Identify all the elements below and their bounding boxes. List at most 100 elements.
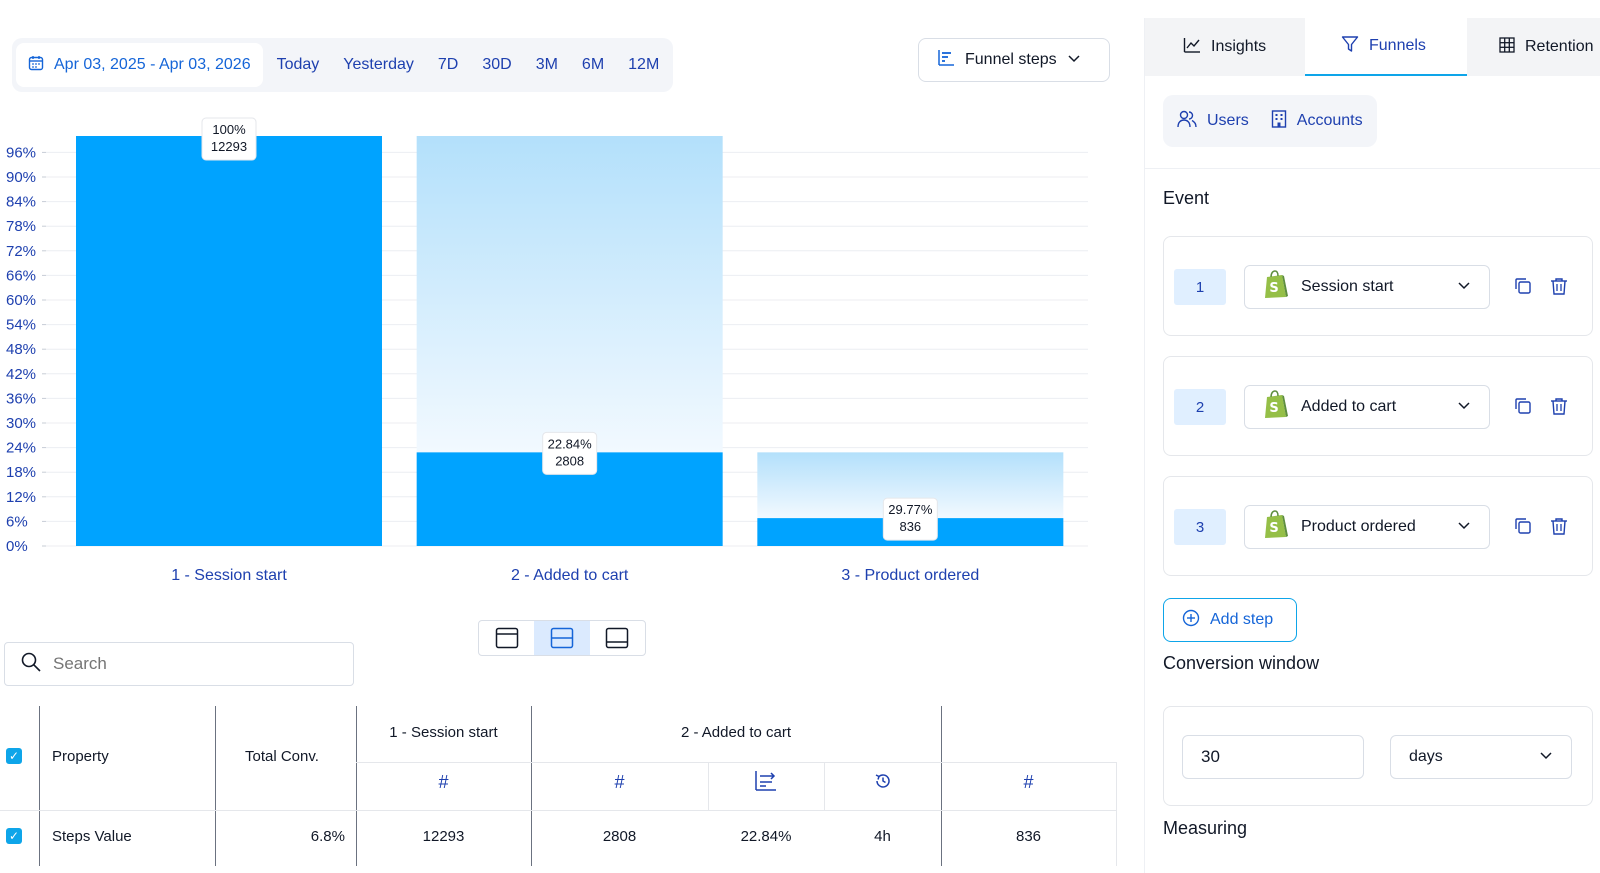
y-tick-label: 90%: [6, 169, 36, 186]
conversion-window-value-input[interactable]: 30: [1182, 735, 1364, 779]
trash-icon[interactable]: [1550, 397, 1568, 420]
funnel-icon: [1341, 35, 1359, 58]
table-search: [4, 642, 354, 686]
y-tick-label: 24%: [6, 440, 36, 457]
duplicate-icon[interactable]: [1514, 277, 1532, 300]
layout-chart-only-button[interactable]: [479, 621, 534, 655]
event-step-3: 3 S Product ordered: [1163, 476, 1593, 576]
funnel-steps-dropdown[interactable]: Funnel steps: [918, 38, 1110, 82]
tab-accounts[interactable]: Accounts: [1271, 109, 1363, 133]
funnel-steps-label: Funnel steps: [965, 51, 1057, 68]
dropoff-area: [416, 136, 723, 453]
duplicate-icon[interactable]: [1514, 517, 1532, 540]
grid-icon: [1499, 36, 1515, 58]
event-step-2: 2 S Added to cart: [1163, 356, 1593, 456]
conversion-window-title: Conversion window: [1163, 653, 1320, 673]
x-category-label: 3 - Product ordered: [841, 567, 979, 584]
event-section-title: Event: [1163, 188, 1210, 208]
chevron-down-icon: [1539, 748, 1553, 767]
chevron-down-icon: [1457, 278, 1471, 297]
date-range-picker[interactable]: Apr 03, 2025 - Apr 03, 2026: [16, 43, 263, 87]
funnel-chart-panel: Apr 03, 2025 - Apr 03, 2026 Today Yester…: [0, 0, 1128, 873]
row-step3-count: 836: [1015, 828, 1042, 845]
row-step2-time: 4h: [874, 828, 891, 845]
range-today[interactable]: Today: [267, 43, 330, 87]
line-chart-icon: [1183, 37, 1201, 58]
event-select[interactable]: S Session start: [1244, 265, 1490, 309]
y-tick-label: 6%: [6, 513, 28, 530]
y-tick-label: 60%: [6, 292, 36, 309]
tab-insights[interactable]: Insights: [1145, 18, 1305, 76]
event-step-1: 1 S Session start: [1163, 236, 1593, 336]
data-label-percent: 29.77%: [888, 502, 933, 517]
date-filter-bar: Apr 03, 2025 - Apr 03, 2026 Today Yester…: [12, 38, 674, 92]
event-select-label: Added to cart: [1301, 398, 1397, 415]
conversion-window-card: 30 days: [1163, 706, 1593, 806]
tab-retention[interactable]: Retention: [1467, 18, 1600, 76]
layout-table-only-button[interactable]: [590, 621, 645, 655]
row-total-conv: 6.8%: [310, 828, 345, 845]
tab-funnels[interactable]: Funnels: [1305, 18, 1467, 76]
header-step1: 1 - Session start: [389, 724, 498, 741]
range-7d[interactable]: 7D: [428, 43, 468, 87]
step-number: 2: [1174, 389, 1226, 425]
row-step2-count: 2808: [602, 828, 637, 845]
conversion-window-unit-label: days: [1409, 748, 1443, 765]
calendar-icon: [28, 55, 44, 76]
range-3m[interactable]: 3M: [526, 43, 568, 87]
row-step2-conversion: 22.84%: [740, 828, 792, 845]
row-label: Steps Value: [52, 828, 132, 845]
range-6m[interactable]: 6M: [572, 43, 614, 87]
step2-count-header: #: [614, 772, 625, 792]
y-tick-label: 54%: [6, 317, 36, 334]
tab-users[interactable]: Users: [1177, 110, 1249, 133]
tab-users-label: Users: [1207, 112, 1249, 129]
range-12m[interactable]: 12M: [618, 43, 669, 87]
y-tick-label: 72%: [6, 243, 36, 260]
header-total-conv: Total Conv.: [245, 748, 319, 765]
svg-text:S: S: [1269, 521, 1278, 536]
conversion-rate-icon: [708, 770, 824, 792]
layout-split-button[interactable]: [534, 621, 590, 655]
chevron-down-icon: [1457, 518, 1471, 537]
data-label-percent: 100%: [212, 122, 246, 137]
row-step1-count: 12293: [422, 828, 465, 845]
row-checkbox[interactable]: ✓: [6, 828, 22, 844]
event-select-label: Product ordered: [1301, 518, 1416, 535]
conversion-window-unit-select[interactable]: days: [1390, 735, 1572, 779]
table-divider: [39, 706, 40, 866]
users-icon: [1177, 110, 1197, 133]
view-layout-toggle: [478, 620, 646, 656]
funnel-table: ✓ Property Total Conv. 1 - Session start…: [0, 706, 1120, 873]
duplicate-icon[interactable]: [1514, 397, 1532, 420]
tab-funnels-label: Funnels: [1369, 37, 1426, 54]
data-label-count: 836: [899, 519, 921, 534]
tab-accounts-label: Accounts: [1296, 112, 1363, 129]
y-tick-label: 96%: [6, 144, 36, 161]
shopify-icon: S: [1263, 509, 1289, 545]
data-label-count: 2808: [555, 453, 584, 468]
analysis-tabs: Insights Funnels Retention: [1145, 18, 1600, 76]
tab-insights-label: Insights: [1211, 38, 1267, 55]
building-icon: [1271, 109, 1287, 133]
step-number: 3: [1174, 509, 1226, 545]
select-all-checkbox[interactable]: ✓: [6, 748, 22, 764]
range-30d[interactable]: 30D: [472, 43, 521, 87]
y-tick-label: 30%: [6, 415, 36, 432]
settings-panel: Insights Funnels Retention Users Account…: [1144, 18, 1600, 873]
search-input[interactable]: [53, 654, 313, 674]
header-property: Property: [52, 748, 109, 765]
event-select[interactable]: S Product ordered: [1244, 505, 1490, 549]
data-label-percent: 22.84%: [548, 436, 593, 451]
chevron-down-icon: [1067, 51, 1081, 70]
range-yesterday[interactable]: Yesterday: [333, 43, 424, 87]
trash-icon[interactable]: [1550, 517, 1568, 540]
y-tick-label: 42%: [6, 366, 36, 383]
y-tick-label: 48%: [6, 341, 36, 358]
tab-retention-label: Retention: [1525, 38, 1594, 55]
add-step-button[interactable]: Add step: [1163, 598, 1297, 642]
event-select[interactable]: S Added to cart: [1244, 385, 1490, 429]
date-range-label: Apr 03, 2025 - Apr 03, 2026: [54, 56, 251, 73]
table-divider: [356, 762, 1116, 763]
trash-icon[interactable]: [1550, 277, 1568, 300]
